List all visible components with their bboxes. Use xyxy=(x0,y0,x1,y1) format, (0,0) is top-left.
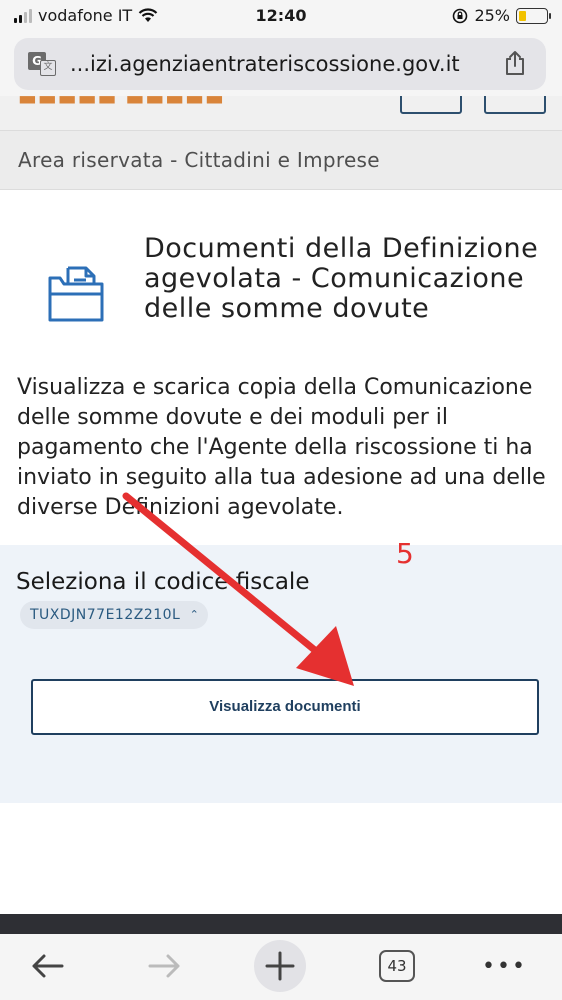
header-button-1[interactable] xyxy=(400,96,462,114)
site-logo-fragment: ▬▬▬▬▬ ▬▬▬▬▬ xyxy=(18,96,225,110)
breadcrumb-bar: Area riservata - Cittadini e Imprese xyxy=(0,130,562,190)
share-icon[interactable] xyxy=(504,50,526,76)
fiscal-code-select[interactable]: TUXDJN77E12Z210L ⌃ xyxy=(20,601,209,629)
page-footer-strip xyxy=(0,914,562,934)
tabs-icon[interactable]: 43 xyxy=(379,950,415,982)
header-button-2[interactable] xyxy=(484,96,546,114)
forward-arrow-icon[interactable] xyxy=(144,948,184,984)
site-header-fragment: ▬▬▬▬▬ ▬▬▬▬▬ xyxy=(0,96,562,130)
page-title: Documenti della Definizione agevolata - … xyxy=(144,233,539,324)
battery-icon xyxy=(516,7,551,24)
status-right: 25% xyxy=(452,6,551,25)
battery-percent: 25% xyxy=(474,6,510,25)
translate-icon[interactable]: G文 xyxy=(28,52,56,76)
view-documents-button[interactable]: Visualizza documenti xyxy=(31,679,539,735)
folder-document-icon xyxy=(48,266,104,322)
plus-icon xyxy=(265,951,295,981)
address-bar[interactable]: G文 ...izi.agenziaentrateriscossione.gov.… xyxy=(14,38,546,90)
back-arrow-icon[interactable] xyxy=(28,948,68,984)
chevron-up-down-icon: ⌃ xyxy=(189,608,200,621)
step-number-annotation: 5 xyxy=(396,537,414,570)
browser-toolbar: 43 ••• xyxy=(0,934,562,1000)
page-description: Visualizza e scarica copia della Comunic… xyxy=(17,375,546,520)
fiscal-code-value: TUXDJN77E12Z210L xyxy=(30,607,181,623)
fiscal-code-panel: 5 Seleziona il codice fiscale TUXDJN77E1… xyxy=(0,537,562,803)
new-tab-button[interactable] xyxy=(254,940,306,992)
status-bar: vodafone IT 12:40 25% xyxy=(0,0,562,34)
url-text[interactable]: ...izi.agenziaentrateriscossione.gov.it xyxy=(70,52,460,76)
fiscal-code-label: Seleziona il codice fiscale xyxy=(16,569,310,595)
browser-url-area: G文 ...izi.agenziaentrateriscossione.gov.… xyxy=(0,34,562,96)
breadcrumb: Area riservata - Cittadini e Imprese xyxy=(18,148,380,172)
more-icon[interactable]: ••• xyxy=(482,956,527,978)
lock-rotation-icon xyxy=(453,8,468,23)
